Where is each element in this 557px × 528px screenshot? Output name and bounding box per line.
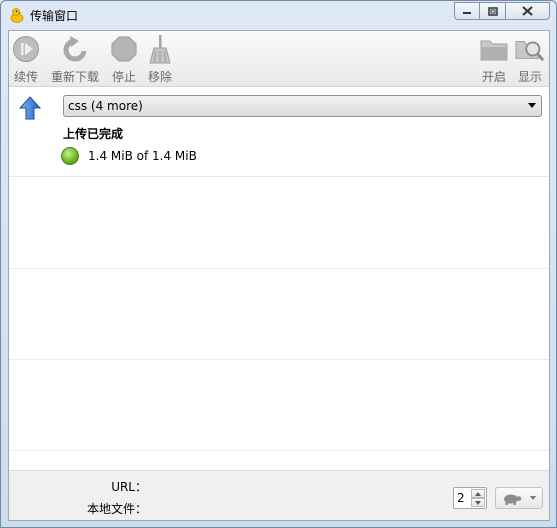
row-divider — [9, 359, 549, 360]
reveal-magnifier-icon — [515, 41, 545, 62]
bandwidth-limit-button[interactable] — [495, 487, 543, 509]
chevron-up-icon — [475, 491, 481, 496]
transfer-row[interactable]: css (4 more) 上传已完成 1.4 MiB of 1.4 MiB — [9, 87, 549, 177]
transfer-window: 传输窗口 续传 重新下载 停止 移除 开启 显示 css (4 more) 上传… — [0, 0, 557, 528]
connections-value: 2 — [457, 491, 465, 505]
resume-label: 续传 — [13, 70, 38, 84]
stop-label: 停止 — [111, 70, 136, 84]
chevron-down-icon — [530, 496, 536, 500]
stop-button[interactable]: 停止 — [109, 34, 139, 85]
local-file-label: 本地文件： — [86, 502, 147, 516]
toolbar: 续传 重新下载 停止 移除 开启 显示 — [9, 31, 549, 87]
resume-icon — [13, 36, 39, 62]
open-folder-icon — [480, 40, 508, 61]
title-bar[interactable]: 传输窗口 — [1, 1, 556, 29]
chevron-down-icon — [528, 103, 536, 108]
remove-label: 移除 — [147, 70, 172, 84]
file-select[interactable]: css (4 more) — [63, 95, 542, 117]
stepper-up-button[interactable] — [471, 489, 485, 498]
client-area: 续传 重新下载 停止 移除 开启 显示 css (4 more) 上传已完成 1… — [8, 30, 550, 521]
redownload-button[interactable]: 重新下载 — [49, 34, 101, 85]
open-label: 开启 — [481, 70, 506, 84]
minimize-icon — [463, 12, 471, 14]
redownload-label: 重新下载 — [50, 70, 99, 84]
close-icon — [522, 6, 533, 16]
app-duck-icon — [10, 8, 24, 23]
window-title: 传输窗口 — [30, 9, 79, 23]
reveal-button[interactable]: 显示 — [514, 34, 546, 85]
resume-button[interactable]: 续传 — [11, 34, 41, 85]
row-divider — [9, 268, 549, 269]
stop-icon — [111, 36, 137, 62]
connections-stepper[interactable]: 2 — [453, 487, 487, 509]
restore-icon — [487, 6, 498, 16]
file-select-value: css (4 more) — [68, 99, 143, 113]
reveal-label: 显示 — [517, 70, 542, 84]
turtle-icon — [504, 494, 522, 505]
remove-button[interactable]: 移除 — [145, 34, 175, 85]
url-label: URL： — [111, 480, 147, 494]
row-divider — [9, 450, 549, 451]
upload-arrow-icon — [19, 96, 41, 120]
complete-status-icon — [61, 147, 79, 165]
broom-icon — [149, 35, 171, 64]
chevron-down-icon — [475, 500, 481, 505]
close-button[interactable] — [506, 2, 550, 20]
open-button[interactable]: 开启 — [479, 34, 509, 85]
stepper-down-button[interactable] — [471, 498, 485, 507]
details-footer: URL： 本地文件： 2 — [9, 470, 549, 520]
progress-text: 1.4 MiB of 1.4 MiB — [88, 149, 197, 163]
minimize-button[interactable] — [454, 2, 480, 20]
transfer-status: 上传已完成 — [63, 127, 124, 141]
maximize-button[interactable] — [480, 2, 506, 20]
reload-icon — [63, 36, 87, 62]
